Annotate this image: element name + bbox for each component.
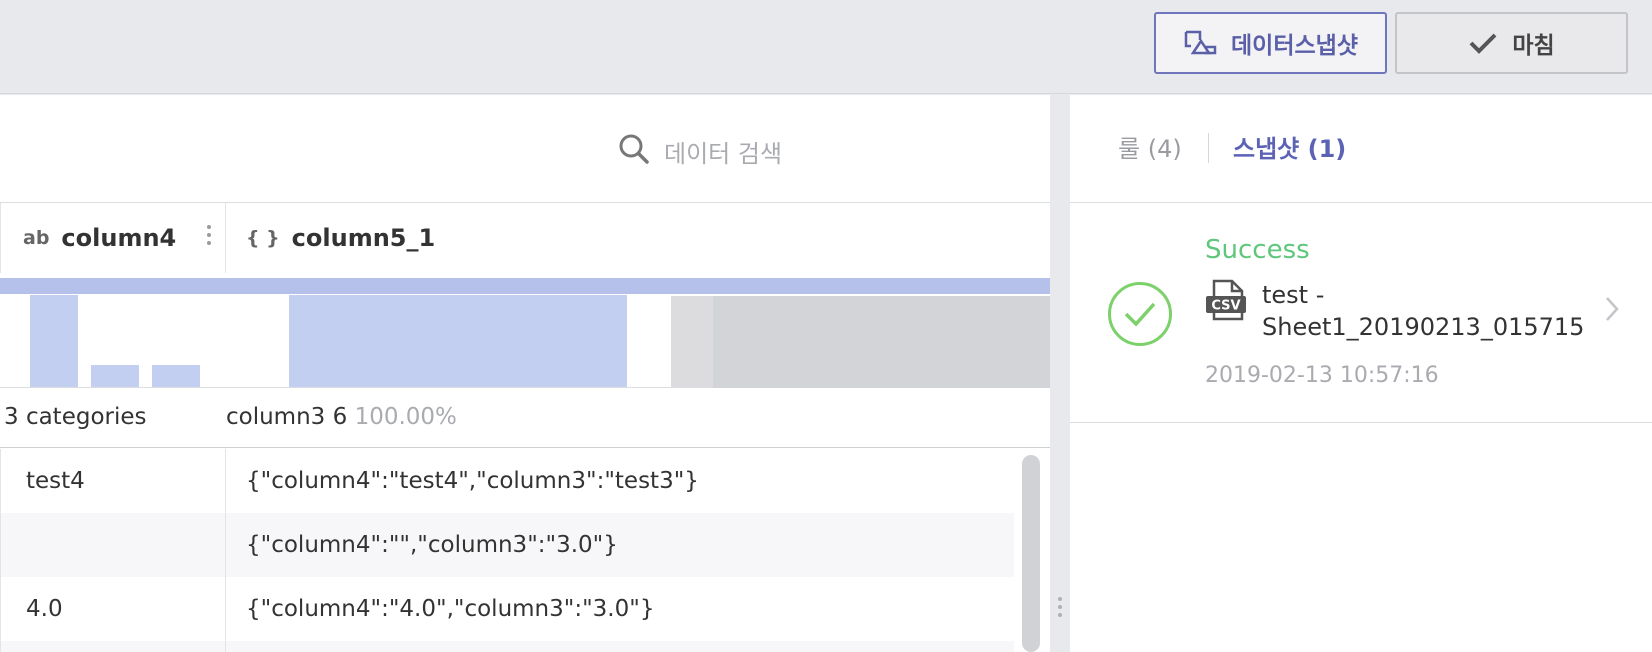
- check-icon: [1468, 32, 1498, 54]
- histogram-bar[interactable]: [713, 296, 1050, 388]
- tab-divider: [1208, 133, 1209, 163]
- cell-column4[interactable]: [0, 641, 226, 652]
- column-menu-icon[interactable]: [207, 225, 211, 249]
- search-icon[interactable]: [618, 133, 650, 169]
- column-header-row: ab column4 { } column5_1: [0, 203, 1050, 273]
- search-input[interactable]: 데이터 검색: [664, 134, 782, 169]
- search-bar: 데이터 검색: [0, 95, 1050, 203]
- table-row[interactable]: 4.0 {"column4":"4.0","column3":"3.0"}: [0, 577, 1014, 641]
- table-row[interactable]: [0, 641, 1014, 652]
- histogram-bar[interactable]: [91, 365, 139, 387]
- column-name: column5_1: [291, 224, 436, 252]
- side-panel: 룰 (4) 스냅샷 (1) Success CSV test - Sheet1_…: [1070, 95, 1652, 652]
- object-type-icon: { }: [246, 227, 280, 249]
- snapshot-name[interactable]: test - Sheet1_20190213_015715: [1262, 279, 1602, 343]
- snapshot-timestamp: 2019-02-13 10:57:16: [1205, 363, 1439, 388]
- cell-column4[interactable]: [0, 513, 226, 577]
- histogram-bar[interactable]: [671, 296, 713, 388]
- top-toolbar: 데이터스냅샷 마침: [0, 0, 1652, 94]
- cell-column4[interactable]: 4.0: [0, 577, 226, 641]
- histogram-bar[interactable]: [289, 295, 627, 387]
- drag-handle-icon[interactable]: [1058, 597, 1062, 621]
- histogram-bar[interactable]: [152, 365, 200, 387]
- data-snapshot-label: 데이터스냅샷: [1231, 33, 1358, 59]
- side-panel-tabs: 룰 (4) 스냅샷 (1): [1070, 95, 1652, 203]
- cell-column5_1[interactable]: {"column4":"","column3":"3.0"}: [226, 513, 618, 577]
- column5-summary: column3 6 100.00%: [226, 404, 457, 430]
- data-snapshot-button[interactable]: 데이터스냅샷: [1154, 12, 1387, 74]
- snapshot-status: Success: [1205, 235, 1310, 265]
- column-header-column4[interactable]: ab column4: [0, 203, 226, 273]
- done-button[interactable]: 마침: [1395, 12, 1628, 74]
- snapshot-icon: [1183, 29, 1217, 57]
- column-summary-row: 3 categories column3 6 100.00%: [0, 388, 1050, 448]
- success-check-icon: [1108, 282, 1172, 346]
- tab-rules[interactable]: 룰 (4): [1118, 129, 1182, 164]
- table-row[interactable]: {"column4":"","column3":"3.0"}: [0, 513, 1014, 577]
- vertical-scrollbar[interactable]: [1022, 455, 1040, 652]
- column-name: column4: [61, 224, 177, 252]
- column5-summary-percent: 100.00%: [354, 404, 457, 430]
- data-rows: test4 {"column4":"test4","column3":"test…: [0, 449, 1014, 652]
- svg-text:CSV: CSV: [1211, 299, 1240, 314]
- search-box[interactable]: 데이터 검색: [618, 133, 782, 169]
- table-row[interactable]: test4 {"column4":"test4","column3":"test…: [0, 449, 1014, 513]
- column-quality-bar: [0, 278, 1050, 294]
- cell-column5_1[interactable]: {"column4":"4.0","column3":"3.0"}: [226, 577, 654, 641]
- column5-summary-text: column3 6: [226, 404, 348, 430]
- snapshot-list-item[interactable]: Success CSV test - Sheet1_20190213_01571…: [1070, 203, 1652, 423]
- csv-file-icon: CSV: [1205, 279, 1251, 325]
- panel-splitter[interactable]: [1050, 95, 1070, 652]
- chevron-right-icon[interactable]: [1604, 295, 1620, 327]
- done-label: 마침: [1512, 33, 1555, 59]
- column-histogram: [0, 294, 1050, 388]
- cell-column4[interactable]: test4: [0, 449, 226, 513]
- cell-column5_1[interactable]: {"column4":"test4","column3":"test3"}: [226, 449, 699, 513]
- column4-summary: 3 categories: [4, 404, 147, 430]
- tab-snapshots[interactable]: 스냅샷 (1): [1233, 129, 1346, 164]
- histogram-bar[interactable]: [30, 295, 78, 387]
- string-type-icon: ab: [23, 227, 50, 249]
- column-header-column5_1[interactable]: { } column5_1: [226, 203, 626, 273]
